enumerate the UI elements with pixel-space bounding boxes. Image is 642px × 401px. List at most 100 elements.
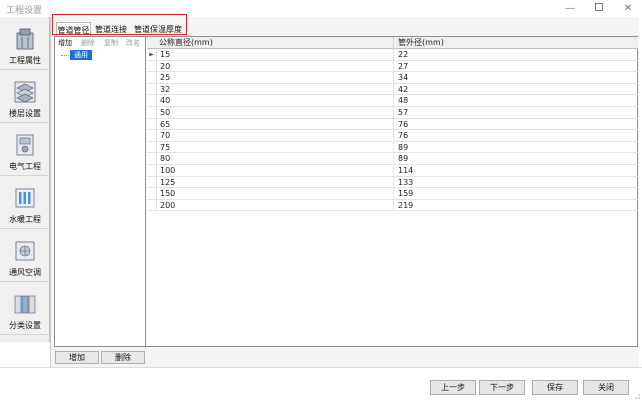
table-row[interactable]: 125 133 [147,176,638,189]
sidebar-item-plumbing[interactable]: 水暖工程 [0,176,50,229]
cell-outer-diameter[interactable]: 89 [394,153,638,165]
table-row[interactable]: 200 219 [147,199,638,212]
cell-outer-diameter[interactable]: 34 [394,72,638,84]
cell-nominal-diameter[interactable]: 150 [157,188,394,200]
cell-nominal-diameter[interactable]: 125 [157,176,394,189]
row-indicator[interactable] [147,72,157,84]
tree-add-button[interactable]: 增加 [58,38,72,48]
cell-outer-diameter[interactable]: 159 [394,188,638,200]
save-button[interactable]: 保存 [532,380,578,395]
sidebar-item-label: 工程属性 [9,56,41,65]
row-indicator[interactable] [147,95,157,107]
cell-nominal-diameter[interactable]: 40 [157,95,394,107]
cell-outer-diameter[interactable]: 22 [394,49,638,61]
cell-outer-diameter[interactable]: 89 [394,142,638,154]
diameter-grid: 公称直径(mm) 管外径(mm) ► 15 22 20 27 25 34 32 42 40 48 50… [147,37,638,346]
close-button[interactable]: 关闭 [583,380,629,395]
maximize-icon [595,3,603,11]
row-indicator[interactable] [147,83,157,96]
tree-rename-button[interactable]: 改名 [126,38,140,48]
row-indicator[interactable] [147,199,157,212]
cell-outer-diameter[interactable]: 76 [394,119,638,131]
sidebar-item-classification[interactable]: 分类设置 [0,282,50,335]
cell-nominal-diameter[interactable]: 25 [157,72,394,84]
tree-node-label: 通用 [70,50,92,60]
cell-nominal-diameter[interactable]: 80 [157,153,394,165]
cell-outer-diameter[interactable]: 133 [394,177,638,189]
resize-grip-icon[interactable] [632,391,640,399]
tab-panel: 增加 删除 复制 改名 通用 公称直径(mm) 管外径(mm) ► 15 22 20 2… [54,36,638,347]
row-indicator[interactable] [147,118,157,131]
table-row[interactable]: ► 15 22 [147,49,638,61]
row-indicator[interactable] [147,130,157,142]
row-indicator[interactable] [147,107,157,119]
cell-outer-diameter[interactable]: 27 [394,61,638,73]
minimize-button[interactable]: — [556,0,584,17]
row-indicator[interactable] [147,60,157,73]
table-row[interactable]: 40 48 [147,95,638,107]
main-content: 管道管径 管道连接 管道保温厚度 增加 删除 复制 改名 通用 公称直径(mm)… [50,17,639,367]
category-tree: 增加 删除 复制 改名 通用 [55,37,146,346]
next-step-button[interactable]: 下一步 [479,380,525,395]
sidebar-item-label: 通风空调 [9,268,41,277]
cell-nominal-diameter[interactable]: 100 [157,165,394,177]
column-header-outer-diameter[interactable]: 管外径(mm) [394,37,638,49]
previous-step-button[interactable]: 上一步 [430,380,476,395]
plumbing-icon [15,188,35,208]
maximize-button[interactable] [585,0,613,17]
cell-nominal-diameter[interactable]: 15 [157,49,394,61]
sidebar-item-label: 分类设置 [9,321,41,330]
sidebar-item-hvac[interactable]: 通风空调 [0,229,50,282]
cell-nominal-diameter[interactable]: 70 [157,130,394,142]
cell-outer-diameter[interactable]: 48 [394,95,638,107]
table-row[interactable]: 75 89 [147,141,638,154]
highlight-box [52,14,187,35]
window-title: 工程设置 [6,6,43,16]
sidebar-item-electrical[interactable]: 电气工程 [0,123,50,176]
sidebar-item-label: 楼层设置 [9,109,41,118]
close-window-button[interactable]: ✕ [614,0,642,17]
table-row[interactable]: 80 89 [147,153,638,165]
table-row[interactable]: 70 76 [147,130,638,142]
building-icon [16,28,34,50]
footer: 上一步 下一步 保存 关闭 [0,367,642,401]
cell-nominal-diameter[interactable]: 65 [157,118,394,131]
electrical-icon [16,134,34,156]
cell-outer-diameter[interactable]: 42 [394,84,638,96]
table-row[interactable]: 100 114 [147,165,638,177]
table-row[interactable]: 150 159 [147,188,638,200]
grid-header: 公称直径(mm) 管外径(mm) [147,37,638,49]
tree-toolbar: 增加 删除 复制 改名 [55,37,146,48]
row-indicator[interactable] [147,188,157,200]
table-row[interactable]: 32 42 [147,83,638,96]
row-indicator[interactable] [147,176,157,189]
cell-nominal-diameter[interactable]: 20 [157,60,394,73]
table-row[interactable]: 20 27 [147,60,638,73]
sidebar-item-label: 水暖工程 [9,215,41,224]
row-indicator[interactable] [147,141,157,154]
cell-outer-diameter[interactable]: 219 [394,200,638,212]
table-row[interactable]: 25 34 [147,72,638,84]
delete-row-button[interactable]: 删除 [101,351,145,364]
sidebar: 工程属性 楼层设置 电气工程 水暖工程 通风空调 分类设置 [0,17,50,342]
column-header-nominal-diameter[interactable]: 公称直径(mm) [147,37,394,49]
row-indicator[interactable]: ► [147,49,157,61]
tree-delete-button[interactable]: 删除 [81,38,95,48]
cell-outer-diameter[interactable]: 57 [394,107,638,119]
tree-copy-button[interactable]: 复制 [104,38,118,48]
add-row-button[interactable]: 增加 [55,351,99,364]
cell-nominal-diameter[interactable]: 50 [157,107,394,119]
table-row[interactable]: 65 76 [147,118,638,131]
floors-icon [14,81,36,103]
cell-nominal-diameter[interactable]: 200 [157,199,394,212]
row-indicator[interactable] [147,165,157,177]
cell-nominal-diameter[interactable]: 75 [157,141,394,154]
sidebar-item-floor-settings[interactable]: 楼层设置 [0,70,50,123]
row-indicator[interactable] [147,153,157,165]
cell-outer-diameter[interactable]: 114 [394,165,638,177]
tree-connector [61,55,69,56]
table-row[interactable]: 50 57 [147,107,638,119]
sidebar-item-project-properties[interactable]: 工程属性 [0,17,50,70]
cell-outer-diameter[interactable]: 76 [394,130,638,142]
cell-nominal-diameter[interactable]: 32 [157,83,394,96]
